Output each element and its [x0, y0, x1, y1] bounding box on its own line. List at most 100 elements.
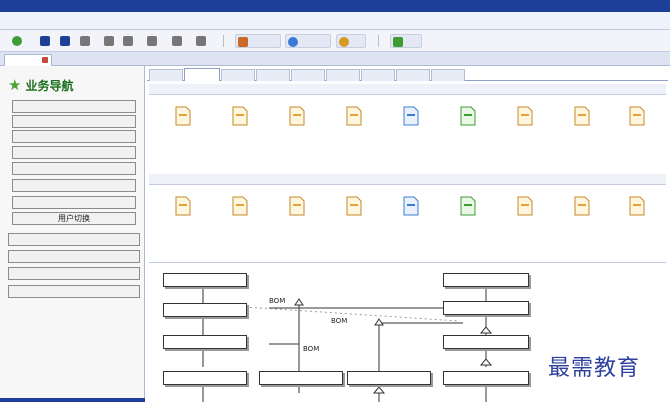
sidebar-item-2[interactable] [12, 115, 136, 128]
doc-po-icon [232, 106, 248, 126]
doc-blank-icon [175, 106, 191, 126]
arrow-up-icon[interactable] [58, 34, 72, 48]
flow-bom-label-3: BOM [303, 345, 320, 353]
tab-8[interactable] [396, 69, 430, 81]
add-star-icon-glyph [12, 36, 22, 46]
up-arrow-icon[interactable] [170, 34, 184, 48]
flow-node-bottom-2[interactable] [347, 371, 431, 385]
list-item[interactable] [439, 196, 497, 236]
tab-3[interactable] [221, 69, 255, 81]
list-item[interactable] [154, 196, 212, 236]
scale-icon-glyph [80, 36, 90, 46]
sidebar-item-9[interactable] [8, 250, 140, 263]
toolbar [0, 30, 670, 52]
sidebar-item-5[interactable] [12, 162, 136, 175]
edit-icon[interactable] [121, 34, 135, 48]
toolbar-people-button[interactable] [390, 34, 422, 48]
tools-icon[interactable] [194, 34, 208, 48]
doc-item[interactable] [553, 106, 611, 146]
section-header-bar [149, 174, 666, 185]
sidebar-item-1[interactable] [12, 100, 136, 113]
flow-node-right-3[interactable] [443, 335, 529, 349]
flow-node-left-1[interactable] [163, 273, 247, 287]
list-label [382, 220, 440, 230]
tab-7[interactable] [361, 69, 395, 81]
list-in-icon [289, 196, 305, 216]
tab-2[interactable] [184, 68, 220, 81]
toolbar-gear-button[interactable] [336, 34, 366, 48]
sidebar-item-4[interactable] [12, 146, 136, 159]
list-item[interactable] [268, 196, 326, 236]
doc-report-icon [517, 106, 533, 126]
title-bar [0, 0, 670, 12]
tab-6[interactable] [326, 69, 360, 81]
flow-node-left-3[interactable] [163, 335, 247, 349]
add-star-icon[interactable] [10, 34, 24, 48]
toolbar-user-button[interactable] [235, 34, 281, 48]
list-po-icon [232, 196, 248, 216]
flow-node-right-1[interactable] [443, 273, 529, 287]
toolbar-separator [378, 35, 379, 47]
sidebar-header: ★ 业务导航 [8, 76, 73, 94]
sidebar-item-3[interactable] [12, 130, 136, 143]
doc-recycle-icon [460, 106, 476, 126]
list-item[interactable] [211, 196, 269, 236]
sidebar-item-8[interactable] [8, 233, 140, 246]
flow-node-right-4[interactable] [443, 371, 529, 385]
toolbar-separator [223, 35, 224, 47]
doc-item[interactable] [268, 106, 326, 146]
doc-item[interactable] [608, 106, 666, 146]
doc-item[interactable] [496, 106, 554, 146]
list-label [439, 220, 497, 230]
list-in-icon [346, 196, 362, 216]
list-recycle-icon [460, 196, 476, 216]
doc-item[interactable] [325, 106, 383, 146]
tab-5[interactable] [291, 69, 325, 81]
list-sale-icon [629, 196, 645, 216]
close-icon[interactable] [42, 57, 48, 63]
refresh-icon-glyph [104, 36, 114, 46]
list-item[interactable] [553, 196, 611, 236]
sidebar-item-11[interactable] [8, 285, 140, 298]
list-item[interactable] [608, 196, 666, 236]
up-arrow-icon-glyph [172, 36, 182, 46]
watermark-text: 最需教育 [548, 356, 641, 381]
doc-item[interactable] [154, 106, 212, 146]
doc-item[interactable] [382, 106, 440, 146]
scale-icon[interactable] [78, 34, 92, 48]
arrow-up-icon-glyph [60, 36, 70, 46]
doc-label [154, 130, 212, 140]
refresh-icon[interactable] [102, 34, 116, 48]
sidebar-item-7[interactable] [12, 196, 136, 209]
flow-node-right-2[interactable] [443, 301, 529, 315]
list-item[interactable] [382, 196, 440, 236]
flow-node-left-4[interactable] [163, 371, 247, 385]
list-label [268, 220, 326, 230]
tab-4[interactable] [256, 69, 290, 81]
document-tab[interactable] [4, 54, 52, 66]
flow-node-bottom-1[interactable] [259, 371, 343, 385]
print-icon[interactable] [145, 34, 159, 48]
flow-node-left-2[interactable] [163, 303, 247, 317]
list-item[interactable] [496, 196, 554, 236]
toolbar-globe-button[interactable] [285, 34, 331, 48]
list-arrow-icon [403, 196, 419, 216]
document-tab-strip [0, 52, 670, 66]
sidebar-item-6[interactable] [12, 179, 136, 192]
doc-item[interactable] [439, 106, 497, 146]
list-label [325, 220, 383, 230]
sidebar-item-user-switch[interactable]: 用户切换 [12, 212, 136, 225]
arrow-down-icon-glyph [40, 36, 50, 46]
list-item[interactable] [325, 196, 383, 236]
tab-9[interactable] [431, 69, 465, 81]
sidebar-item-10[interactable] [8, 267, 140, 280]
menu-bar [0, 12, 670, 30]
doc-label [496, 130, 554, 140]
sidebar-bottom-bar [0, 398, 145, 402]
arrow-down-icon[interactable] [38, 34, 52, 48]
doc-item[interactable] [211, 106, 269, 146]
function-tabs [147, 68, 668, 81]
print-icon-glyph [147, 36, 157, 46]
list-label [608, 220, 666, 230]
tab-1[interactable] [149, 69, 183, 81]
